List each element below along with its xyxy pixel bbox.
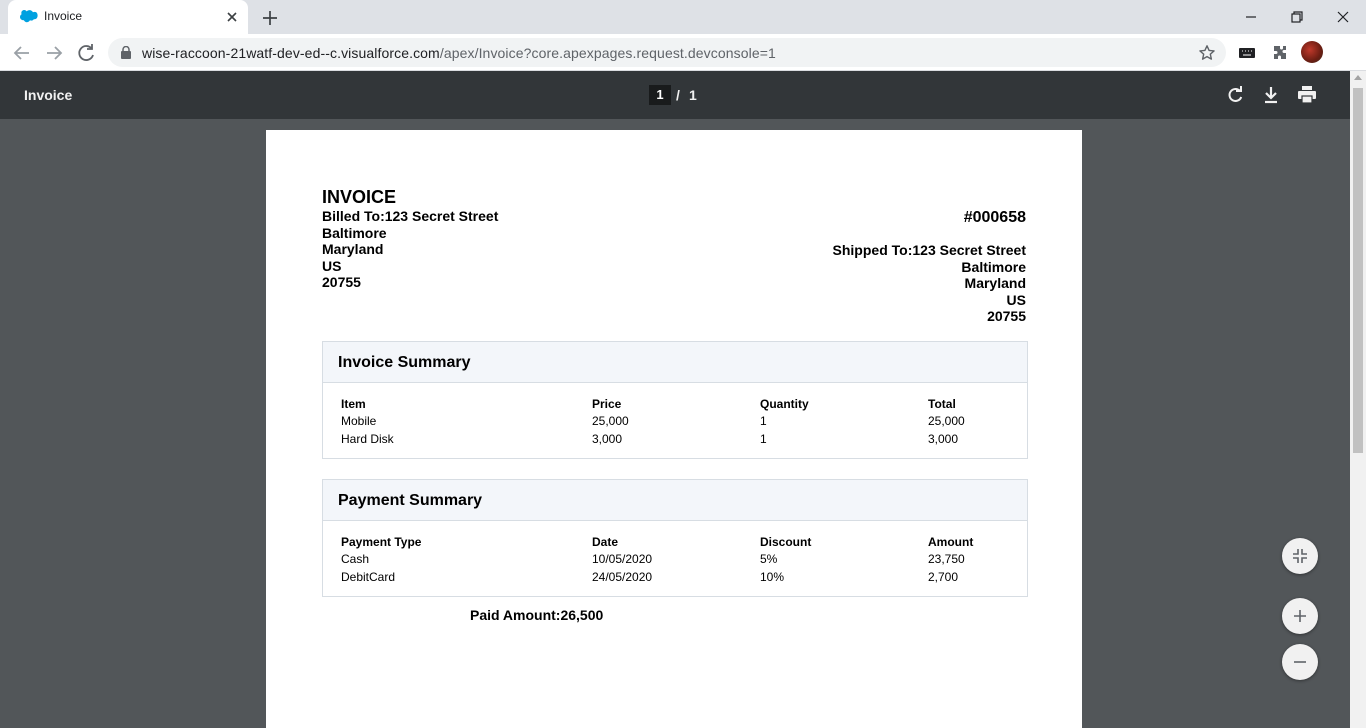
billed-to-line1: Billed To:123 Secret Street [322,208,499,224]
bookmark-star-icon[interactable] [1198,44,1216,62]
table-cell: Cash [341,552,370,566]
tab-title: Invoice [44,9,83,23]
invoice-title: INVOICE [322,187,397,207]
tab-strip: Invoice [0,0,1366,34]
table-header: Payment Type [341,535,422,549]
scroll-up-arrow-icon[interactable] [1354,75,1362,80]
url-text[interactable]: wise-raccoon-21watf-dev-ed--c.visualforc… [142,45,776,61]
forward-icon[interactable] [41,40,67,66]
zoom-in-button[interactable] [1282,598,1318,634]
invoice-number: #000658 [963,209,1026,226]
salesforce-cloud-icon [20,10,38,23]
table-cell: 3,000 [592,432,623,446]
page-total: 1 [689,87,697,103]
table-header: Price [592,397,622,411]
billed-to-state: Maryland [322,241,384,258]
download-icon[interactable] [1259,83,1283,107]
shipped-to-country: US [1006,291,1026,308]
table-cell: 25,000 [928,414,965,428]
rotate-icon[interactable] [1223,83,1247,107]
fit-to-page-button[interactable] [1282,538,1318,574]
billed-to-zip: 20755 [322,274,361,291]
close-window-icon[interactable] [1330,4,1356,30]
table-cell: 10% [760,570,785,584]
table-cell: 1 [760,432,767,446]
invoice-summary-title: Invoice Summary [338,354,471,371]
pdf-page: INVOICE Billed To:123 Secret Street Balt… [266,130,1082,728]
table-header: Total [928,397,956,411]
table-header: Discount [760,535,812,549]
vertical-scrollbar[interactable] [1350,71,1366,728]
print-icon[interactable] [1295,83,1319,107]
table-header: Amount [928,535,974,549]
url-host: wise-raccoon-21watf-dev-ed--c.visualforc… [142,45,440,61]
shipped-to-zip: 20755 [987,308,1026,325]
payment-summary-title: Payment Summary [338,492,483,509]
table-cell: 2,700 [928,570,959,584]
table-cell: Hard Disk [341,432,394,446]
pdf-title: Invoice [24,87,73,103]
table-cell: 23,750 [928,552,965,566]
address-bar[interactable]: wise-raccoon-21watf-dev-ed--c.visualforc… [108,38,1226,67]
invoice-summary-header: Invoice Summary [323,342,1027,383]
paid-amount: Paid Amount:26,500 [470,607,604,623]
table-header: Item [341,397,366,411]
shipped-to-city: Baltimore [961,258,1026,275]
pdf-viewport[interactable]: INVOICE Billed To:123 Secret Street Balt… [0,119,1350,728]
payment-summary-header: Payment Summary [323,480,1027,521]
zoom-out-icon [1294,661,1306,663]
table-cell: 24/05/2020 [592,570,653,584]
billed-to-country: US [322,257,342,274]
extensions-puzzle-icon[interactable] [1269,42,1291,64]
payment-summary-panel: Payment Summary Payment Type Date Discou… [322,479,1028,597]
zoom-in-icon [1294,610,1306,622]
reload-icon[interactable] [73,40,99,66]
table-cell: DebitCard [341,570,396,584]
table-cell: 5% [760,552,778,566]
pdf-toolbar: Invoice 1 / 1 [0,71,1350,119]
back-icon[interactable] [9,40,35,66]
table-header: Quantity [760,397,809,411]
browser-toolbar: wise-raccoon-21watf-dev-ed--c.visualforc… [0,34,1366,71]
shipped-to-state: Maryland [964,275,1026,292]
profile-avatar[interactable] [1301,41,1323,63]
table-cell: 1 [760,414,767,428]
keyboard-extension-icon[interactable] [1236,42,1258,64]
scrollbar-thumb[interactable] [1353,88,1363,453]
minimize-icon[interactable] [1238,4,1264,30]
table-header: Date [592,535,619,549]
restore-icon[interactable] [1284,4,1310,30]
page-number-input[interactable]: 1 [649,85,671,105]
billed-to-city: Baltimore [322,224,387,241]
table-cell: Mobile [341,414,377,428]
invoice-summary-panel: Invoice Summary Item Price Quantity Tota… [322,341,1028,459]
zoom-out-button[interactable] [1282,644,1318,680]
new-tab-icon[interactable] [258,6,282,30]
fit-to-page-icon [1293,549,1307,563]
billed-to-address: Billed To:123 Secret Street Baltimore Ma… [322,208,498,291]
table-cell: 25,000 [592,414,629,428]
close-tab-icon[interactable] [222,7,242,27]
shipped-to-line1: Shipped To:123 Secret Street [832,242,1026,258]
shipped-to-address: Shipped To:123 Secret Street Baltimore M… [833,242,1026,325]
lock-icon[interactable] [120,46,132,59]
browser-tab[interactable]: Invoice [8,0,248,34]
table-cell: 3,000 [928,432,959,446]
url-path: /apex/Invoice?core.apexpages.request.dev… [439,45,776,61]
table-cell: 10/05/2020 [592,552,653,566]
page-separator: / [676,87,680,103]
